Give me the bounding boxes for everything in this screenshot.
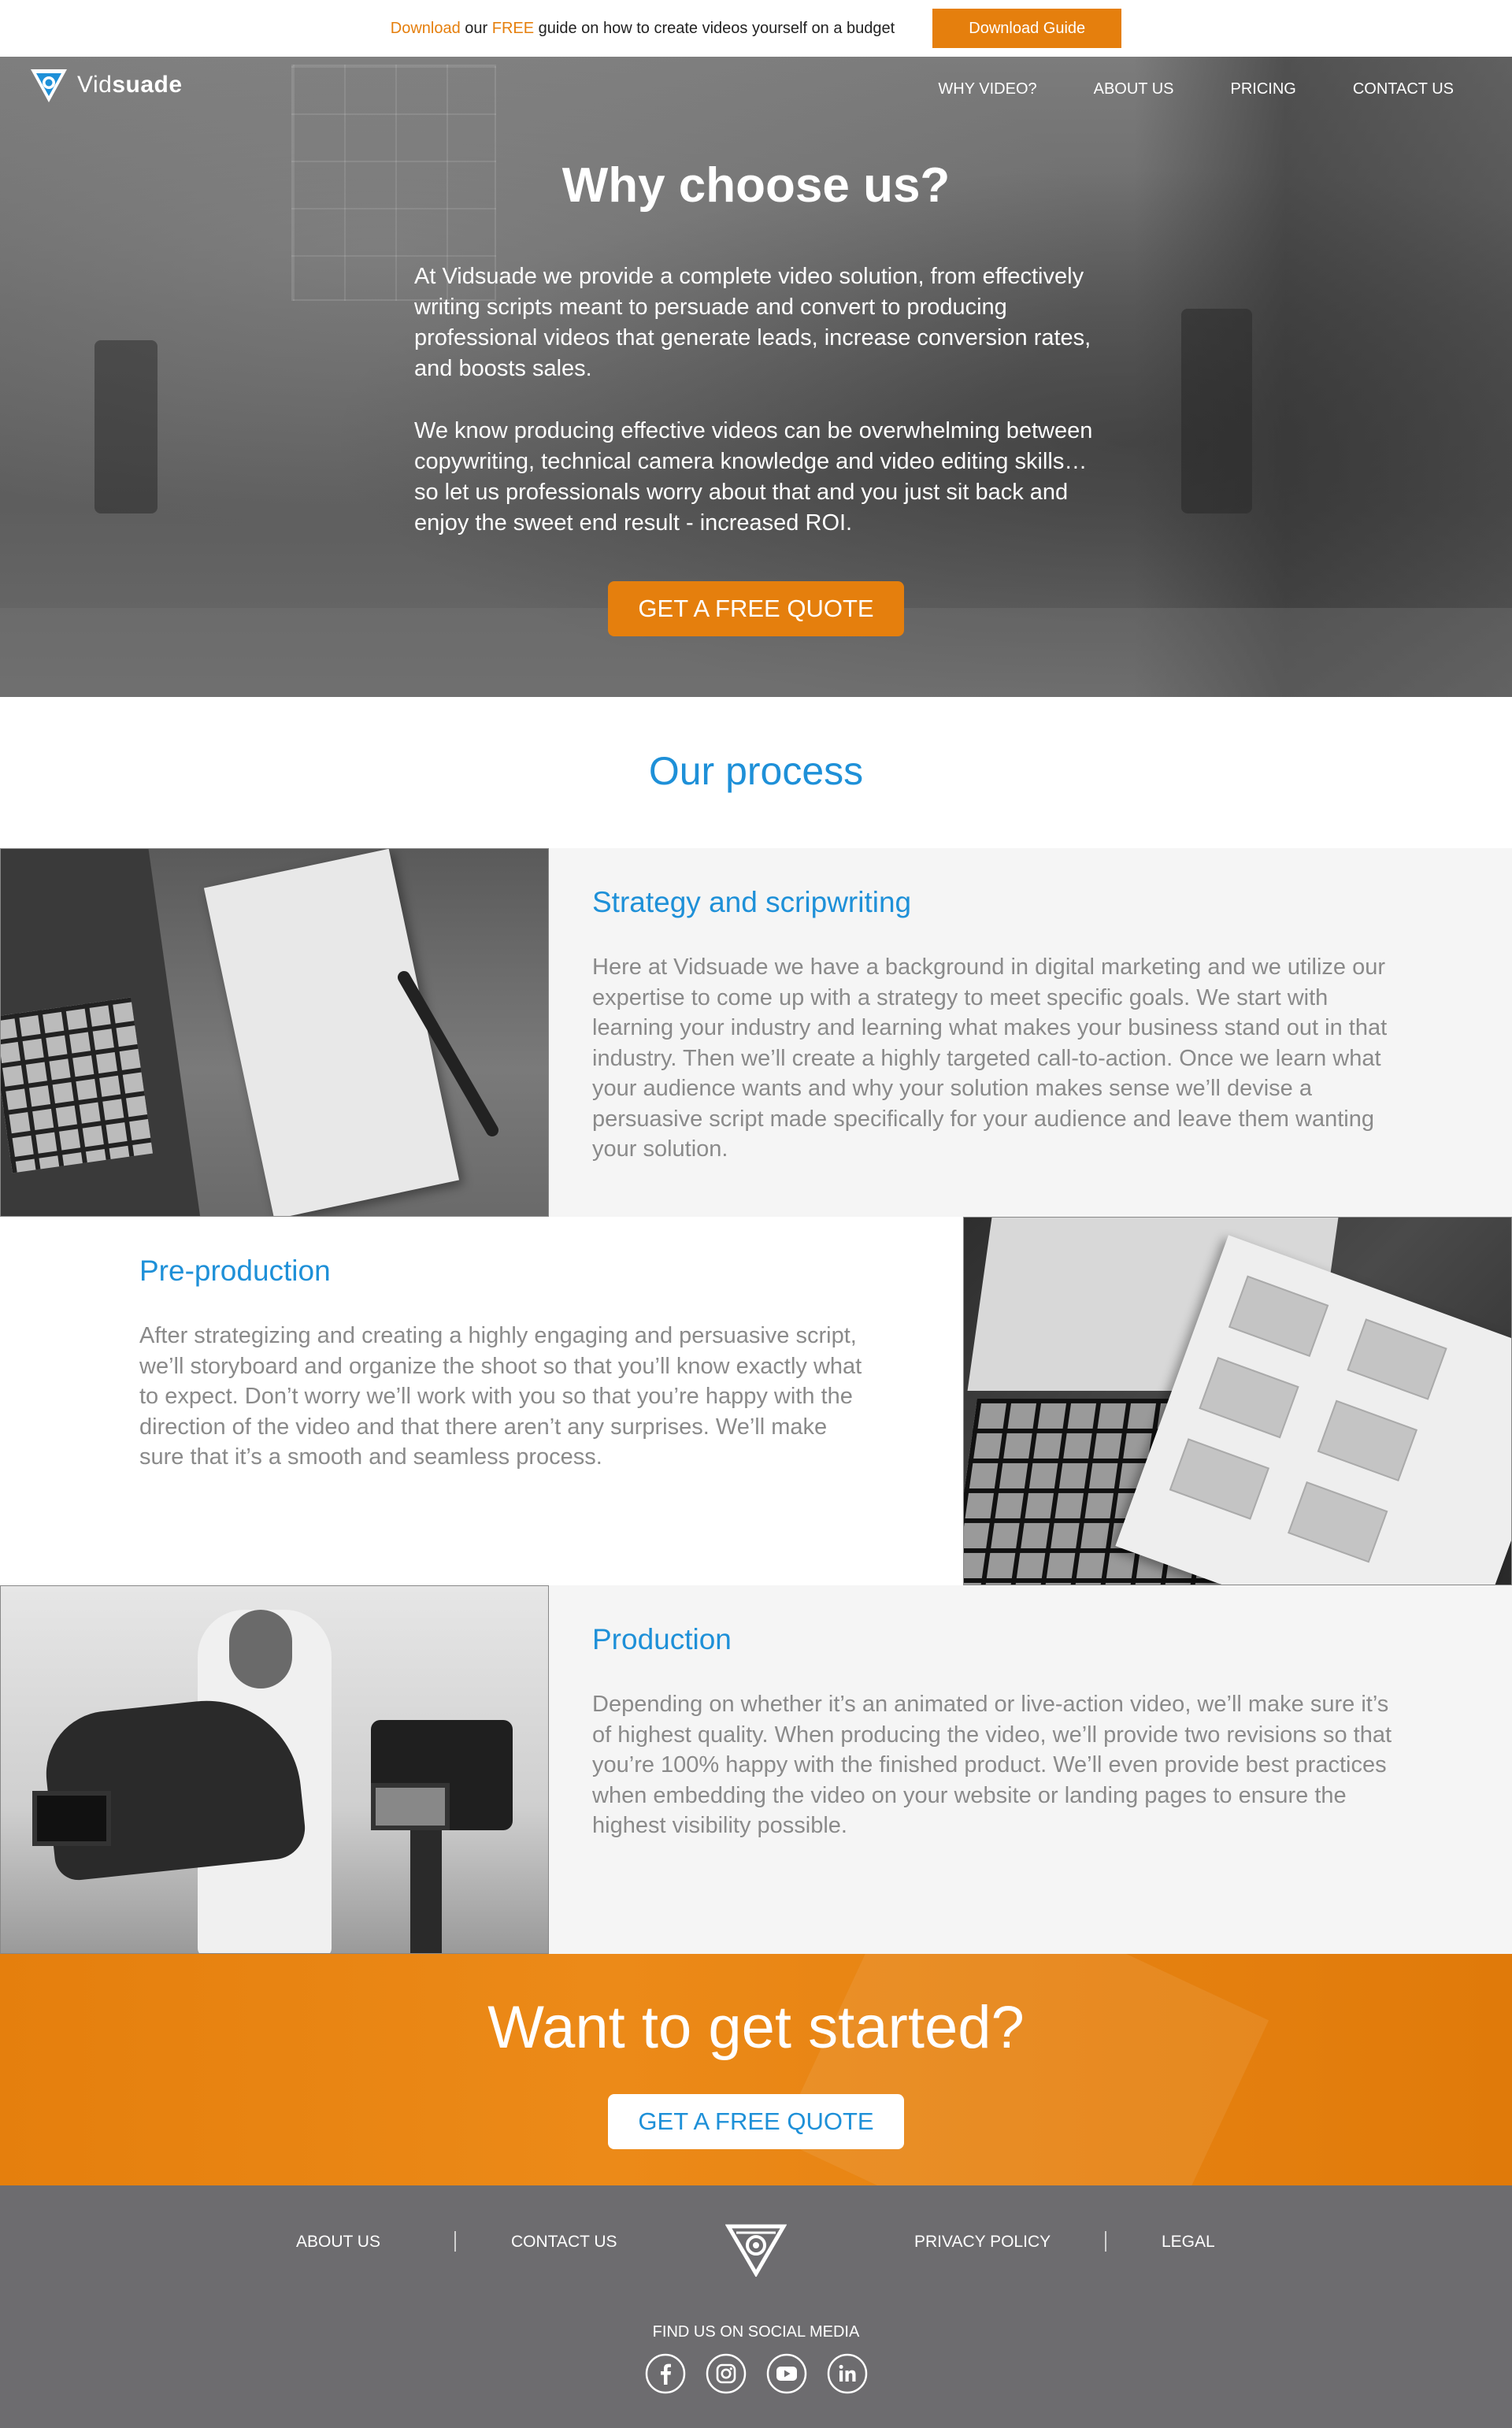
footer-link-privacy-policy[interactable]: PRIVACY POLICY — [914, 2233, 1051, 2252]
footer-link-legal[interactable]: LEGAL — [1162, 2233, 1215, 2252]
promo-text-rest: guide on how to create videos yourself o… — [534, 19, 895, 37]
keyboard-shape — [1, 997, 154, 1173]
process-title: Our process — [648, 749, 864, 793]
instagram-icon[interactable] — [706, 2353, 747, 2394]
facebook-icon[interactable] — [645, 2353, 686, 2394]
nav-why-video[interactable]: WHY VIDEO? — [938, 80, 1036, 98]
footer: ABOUT US CONTACT US PRIVACY POLICY LEGAL… — [0, 2185, 1512, 2428]
storyboard-thumb — [1169, 1438, 1270, 1520]
presenter-head-shape — [229, 1610, 292, 1688]
preproduction-body: After strategizing and creating a highly… — [139, 1323, 862, 1470]
hero-background-shade — [1134, 57, 1512, 697]
get-started-section: Want to get started? GET A FREE QUOTE — [0, 1954, 1512, 2185]
process-step-strategy: Strategy and scripwriting Here at Vidsua… — [0, 848, 1512, 1217]
production-text: Production Depending on whether it’s an … — [592, 1585, 1411, 1841]
nav-contact-us[interactable]: CONTACT US — [1353, 80, 1454, 98]
brand-name-light: Vid — [77, 72, 113, 98]
hero-section: Vidsuade WHY VIDEO? ABOUT US PRICING CON… — [0, 57, 1512, 697]
storyboard-thumb — [1228, 1275, 1329, 1357]
footer-link-about-us[interactable]: ABOUT US — [296, 2233, 380, 2252]
strategy-heading: Strategy and scripwriting — [592, 886, 912, 918]
brand-wordmark: Vidsuade — [77, 72, 183, 98]
vidsuade-logo-icon — [31, 69, 67, 102]
process-step-production: Production Depending on whether it’s an … — [0, 1585, 1512, 1954]
footer-divider — [454, 2231, 456, 2252]
production-heading: Production — [592, 1623, 732, 1655]
footer-logo-icon[interactable] — [725, 2222, 787, 2277]
strategy-image — [0, 848, 549, 1217]
nav-about-us[interactable]: ABOUT US — [1094, 80, 1174, 98]
strategy-text: Strategy and scripwriting Here at Vidsua… — [592, 848, 1411, 1165]
cta-free-quote-button[interactable]: GET A FREE QUOTE — [608, 2094, 904, 2149]
hero-title: Why choose us? — [561, 158, 951, 213]
get-started-title: Want to get started? — [487, 1994, 1025, 2061]
promo-download-word: Download — [390, 19, 461, 37]
hero-free-quote-button[interactable]: GET A FREE QUOTE — [608, 581, 904, 636]
brand-name-bold: suade — [112, 72, 183, 98]
social-icons — [0, 2353, 1512, 2394]
promo-message: Download our FREE guide on how to create… — [391, 20, 895, 38]
storyboard-thumb — [1317, 1399, 1418, 1482]
preproduction-heading: Pre-production — [139, 1255, 331, 1287]
storyboard-thumb — [1199, 1356, 1299, 1439]
footer-divider — [1105, 2231, 1106, 2252]
monitor-right-shape — [371, 1783, 450, 1830]
youtube-icon[interactable] — [766, 2353, 807, 2394]
production-body: Depending on whether it’s an animated or… — [592, 1692, 1392, 1838]
download-guide-button[interactable]: Download Guide — [932, 9, 1122, 48]
strategy-body: Here at Vidsuade we have a background in… — [592, 955, 1388, 1162]
hero-paragraph-2: We know producing effective videos can b… — [414, 418, 1093, 536]
hero-paragraph-1: At Vidsuade we provide a complete video … — [414, 264, 1091, 381]
brand-logo[interactable]: Vidsuade — [28, 66, 183, 104]
monitor-left-shape — [32, 1791, 111, 1846]
storyboard-thumb — [1347, 1318, 1447, 1400]
footer-link-contact-us[interactable]: CONTACT US — [511, 2233, 617, 2252]
main-nav: WHY VIDEO? ABOUT US PRICING CONTACT US — [938, 80, 1454, 98]
storyboard-thumb — [1288, 1481, 1388, 1563]
nav-pricing[interactable]: PRICING — [1231, 80, 1296, 98]
promo-text-our: our — [460, 19, 492, 37]
social-media-title: FIND US ON SOCIAL MEDIA — [652, 2323, 860, 2341]
hero-background-light-left — [94, 340, 158, 513]
production-image — [0, 1585, 549, 1954]
tripod-shape — [410, 1830, 442, 1953]
paper-shape — [203, 849, 460, 1216]
linkedin-icon[interactable] — [827, 2353, 868, 2394]
process-step-preproduction: Pre-production After strategizing and cr… — [0, 1217, 1512, 1585]
promo-banner: Download our FREE guide on how to create… — [0, 0, 1512, 57]
preproduction-text: Pre-production After strategizing and cr… — [139, 1217, 864, 1473]
promo-free-word: FREE — [491, 19, 535, 37]
preproduction-image — [963, 1217, 1512, 1585]
cta-background-sheen — [778, 1954, 1269, 2185]
